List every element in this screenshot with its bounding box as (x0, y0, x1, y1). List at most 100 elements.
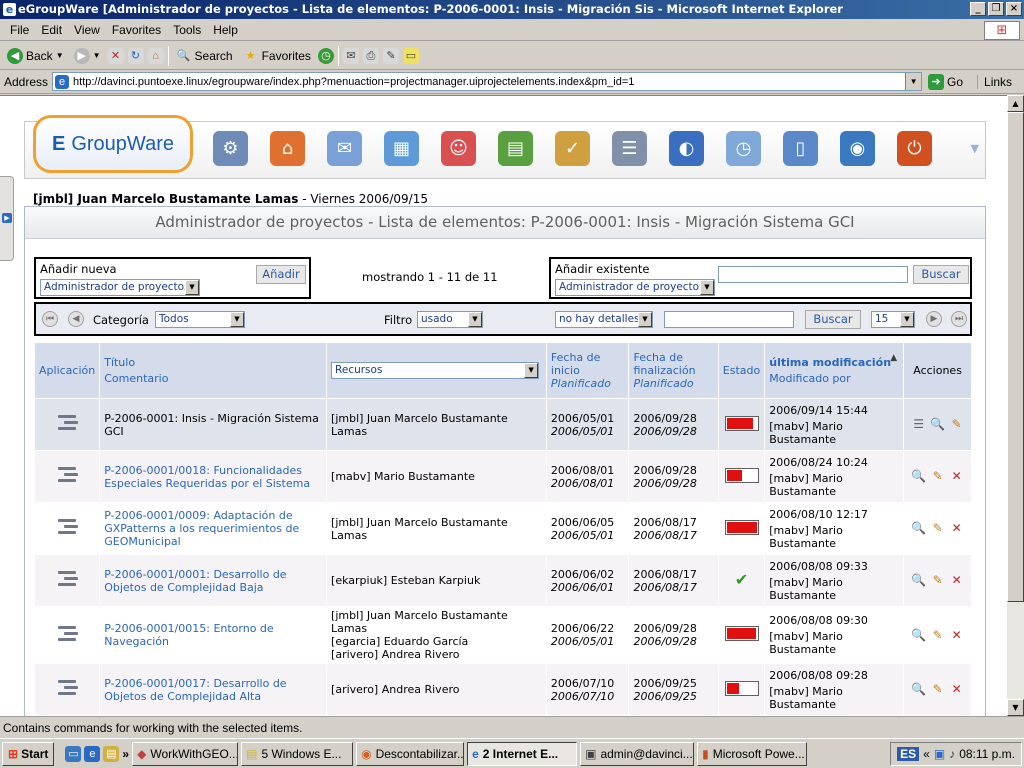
row-title-link[interactable]: P-2006-0001/0015: Entorno de Navegación (104, 622, 273, 648)
history-icon[interactable]: ◷ (317, 47, 334, 64)
table-row[interactable]: P-2006-0001/0017: Desarrollo de Objetos … (33, 663, 972, 716)
row-title-cell[interactable]: P-2006-0001/0001: Desarrollo de Objetos … (99, 554, 328, 607)
delete-icon[interactable]: ✕ (949, 521, 964, 536)
language-indicator[interactable]: ES (897, 747, 920, 761)
mail-icon[interactable]: ✉ (342, 47, 359, 64)
admin-icon[interactable]: ⚙ (213, 131, 248, 166)
add-new-button[interactable]: Añadir (256, 265, 306, 284)
projectmanager-icon[interactable] (52, 622, 82, 646)
restore-button[interactable]: ❐ (988, 2, 1004, 16)
menu-tools[interactable]: Tools (167, 23, 207, 37)
volume-icon[interactable]: ♪ (949, 747, 955, 761)
row-title-link[interactable]: P-2006-0001/0001: Desarrollo de Objetos … (104, 568, 286, 594)
projectmanager-icon[interactable]: ☰ (612, 131, 647, 166)
view-icon[interactable]: 🔍 (911, 469, 926, 484)
quicklaunch-desktop-icon[interactable]: ▭ (65, 745, 82, 762)
row-title-cell[interactable]: P-2006-0001/0009: Adaptación de GXPatter… (99, 502, 328, 555)
table-row[interactable]: P-2006-0001/0018: Funcionalidades Especi… (33, 450, 972, 503)
email-icon[interactable]: ✉ (327, 131, 362, 166)
address-input[interactable]: e http://davinci.puntoexe.linux/egroupwa… (52, 72, 923, 91)
logout-icon[interactable]: ⏻ (897, 131, 932, 166)
table-row[interactable]: P-2006-0001/0015: Entorno de Navegación [… (33, 606, 972, 664)
col-modified[interactable]: última modificación Modificado por ▲ (764, 342, 905, 399)
delete-icon[interactable]: ✕ (949, 682, 964, 697)
wiki-icon[interactable]: ◐ (669, 131, 704, 166)
menu-file[interactable]: File (4, 23, 35, 37)
home-icon[interactable]: ⌂ (147, 47, 164, 64)
col-status[interactable]: Estado (717, 342, 766, 399)
taskbar-button[interactable]: ◆ WorkWithGEO... (132, 741, 239, 766)
row-title-link[interactable]: P-2006-0001/0009: Adaptación de GXPatter… (104, 509, 299, 548)
scroll-down-arrow-icon[interactable]: ▼ (1007, 699, 1024, 716)
delete-icon[interactable]: ✕ (949, 469, 964, 484)
scroll-down-icon[interactable]: ▼ (971, 142, 979, 155)
forward-dropdown-icon[interactable]: ▼ (93, 51, 101, 60)
menu-favorites[interactable]: Favorites (106, 23, 167, 37)
projectmanager-icon[interactable] (52, 515, 82, 539)
table-row[interactable]: P-2006-0001: Insis - Migración Sistema G… (33, 398, 972, 451)
vertical-scrollbar[interactable]: ▲ ▼ (1007, 95, 1024, 716)
edit-icon[interactable]: ✎ (930, 521, 945, 536)
row-title-cell[interactable]: P-2006-0001/0018: Funcionalidades Especi… (99, 450, 328, 503)
next-page-icon[interactable]: ▶ (926, 311, 942, 327)
projectmanager-icon[interactable] (52, 463, 82, 487)
addressbook-icon[interactable]: ☺ (441, 131, 476, 166)
edit-icon[interactable]: ✎ (930, 469, 945, 484)
filter-search-button[interactable]: Buscar (805, 310, 861, 329)
quicklaunch-explorer-icon[interactable]: ▤ (103, 745, 120, 762)
edit-icon[interactable]: ✎ (949, 417, 964, 432)
view-icon[interactable]: 🔍 (930, 417, 945, 432)
menu-view[interactable]: View (68, 23, 106, 37)
projectmanager-icon[interactable] (52, 411, 82, 435)
edit-icon[interactable]: ✎ (930, 628, 945, 643)
calendar-icon[interactable]: ▦ (384, 131, 419, 166)
add-new-select[interactable]: Administrador de proyectos ▼ (40, 279, 200, 296)
col-title[interactable]: Título Comentario (99, 342, 328, 399)
row-title-link[interactable]: P-2006-0001/0017: Desarrollo de Objetos … (104, 677, 286, 703)
add-existing-search-button[interactable]: Buscar (913, 265, 969, 284)
address-dropdown-icon[interactable]: ▼ (905, 73, 922, 90)
search-button[interactable]: 🔍 Search (173, 46, 236, 66)
home-icon[interactable]: ⌂ (270, 131, 305, 166)
taskbar-button[interactable]: ▣ admin@davinci... (580, 741, 695, 766)
view-icon[interactable]: 🔍 (911, 521, 926, 536)
table-row[interactable]: P-2006-0001/0001: Desarrollo de Objetos … (33, 554, 972, 607)
taskbar-button[interactable]: ▮ Microsoft Powe... (697, 741, 808, 766)
last-page-icon[interactable]: ⏭ (951, 311, 967, 327)
files-icon[interactable]: ▤ (498, 131, 533, 166)
quicklaunch-ie-icon[interactable]: e (84, 745, 101, 762)
news-icon[interactable]: ◉ (840, 131, 875, 166)
menu-edit[interactable]: Edit (35, 23, 68, 37)
refresh-icon[interactable]: ↻ (127, 47, 144, 64)
first-page-icon[interactable]: ⏮ (42, 311, 58, 327)
print-icon[interactable]: ⎙ (362, 47, 379, 64)
discuss-icon[interactable]: ▭ (402, 47, 419, 64)
row-title-link[interactable]: P-2006-0001/0018: Funcionalidades Especi… (104, 464, 310, 490)
links-button[interactable]: Links (977, 74, 1012, 89)
scroll-up-icon[interactable]: ▲ (1007, 95, 1024, 112)
back-button[interactable]: ◀ Back ▼ (4, 46, 67, 66)
taskbar-button[interactable]: ▤ 5 Windows E... (241, 741, 354, 766)
col-start[interactable]: Fecha de inicio Planificado (545, 342, 630, 399)
go-button[interactable]: ➜ Go (928, 73, 963, 90)
filter-search-input[interactable] (664, 311, 794, 328)
page-size-select[interactable]: 15 ▼ (871, 311, 915, 328)
add-existing-search-input[interactable] (718, 266, 908, 283)
details-select[interactable]: no hay detalles ▼ (555, 311, 653, 328)
close-button[interactable]: × (1006, 2, 1022, 16)
resources-select[interactable]: Recursos ▼ (331, 362, 540, 379)
tray-expand-icon[interactable]: « (923, 747, 930, 761)
scroll-thumb[interactable] (1007, 112, 1024, 602)
window-titlebar[interactable]: e eGroupWare [Administrador de proyectos… (0, 0, 1024, 19)
table-row[interactable]: P-2006-0001/0009: Adaptación de GXPatter… (33, 502, 972, 555)
taskbar-button[interactable]: e2 Internet E... (467, 741, 578, 766)
favorites-button[interactable]: ★ Favorites (240, 46, 314, 66)
infolog-icon[interactable]: ✓ (555, 131, 590, 166)
edit-icon[interactable]: ✎ (930, 682, 945, 697)
sidebox-handle[interactable]: ▶ (0, 176, 14, 261)
start-button[interactable]: ⊞ Start (2, 741, 55, 766)
network-icon[interactable]: ▣ (934, 747, 945, 761)
egroupware-logo[interactable]: E GroupWare (33, 115, 193, 173)
edit-page-icon[interactable]: ✎ (382, 47, 399, 64)
projectmanager-icon[interactable] (52, 676, 82, 700)
